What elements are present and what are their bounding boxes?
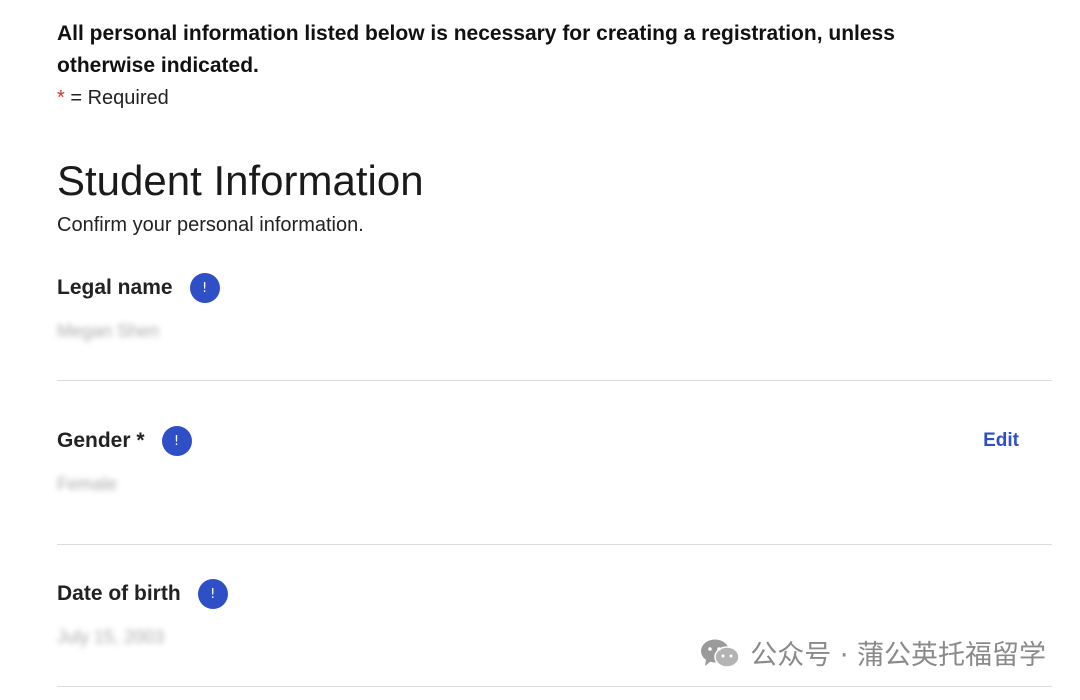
divider bbox=[57, 544, 1052, 545]
wechat-icon bbox=[701, 639, 740, 668]
required-star: * bbox=[57, 87, 65, 109]
field-header: Legal name ! bbox=[57, 270, 1052, 306]
divider bbox=[57, 380, 1052, 381]
registration-form: All personal information listed below is… bbox=[57, 18, 1052, 687]
field-gender: Gender * ! Edit Female bbox=[57, 423, 1052, 495]
personal-info-notice: All personal information listed below is… bbox=[57, 22, 895, 77]
field-header: Gender * ! bbox=[57, 423, 1052, 459]
watermark-text: 公众号 · 蒲公英托福留学 bbox=[750, 640, 1046, 671]
required-legend-text: = Required bbox=[64, 87, 169, 109]
legal-name-value: Megan Shen bbox=[57, 320, 160, 341]
divider bbox=[57, 686, 1052, 687]
info-icon[interactable]: ! bbox=[189, 273, 220, 303]
section-subtitle: Confirm your personal information. bbox=[57, 214, 364, 236]
gender-value: Female bbox=[57, 473, 118, 494]
required-legend: * = Required bbox=[57, 84, 1052, 112]
watermark: 公众号 · 蒲公英托福留学 bbox=[700, 633, 1046, 672]
field-legal-name: Legal name ! Megan Shen bbox=[57, 270, 1052, 342]
field-header: Date of birth ! bbox=[57, 576, 1052, 612]
legal-name-label: Legal name bbox=[57, 276, 173, 299]
date-of-birth-label: Date of birth bbox=[57, 582, 181, 605]
gender-label: Gender * bbox=[57, 429, 145, 452]
info-icon[interactable]: ! bbox=[161, 426, 192, 456]
edit-gender-link[interactable]: Edit bbox=[983, 430, 1019, 452]
info-icon[interactable]: ! bbox=[197, 579, 228, 609]
section-title: Student Information bbox=[57, 157, 424, 204]
